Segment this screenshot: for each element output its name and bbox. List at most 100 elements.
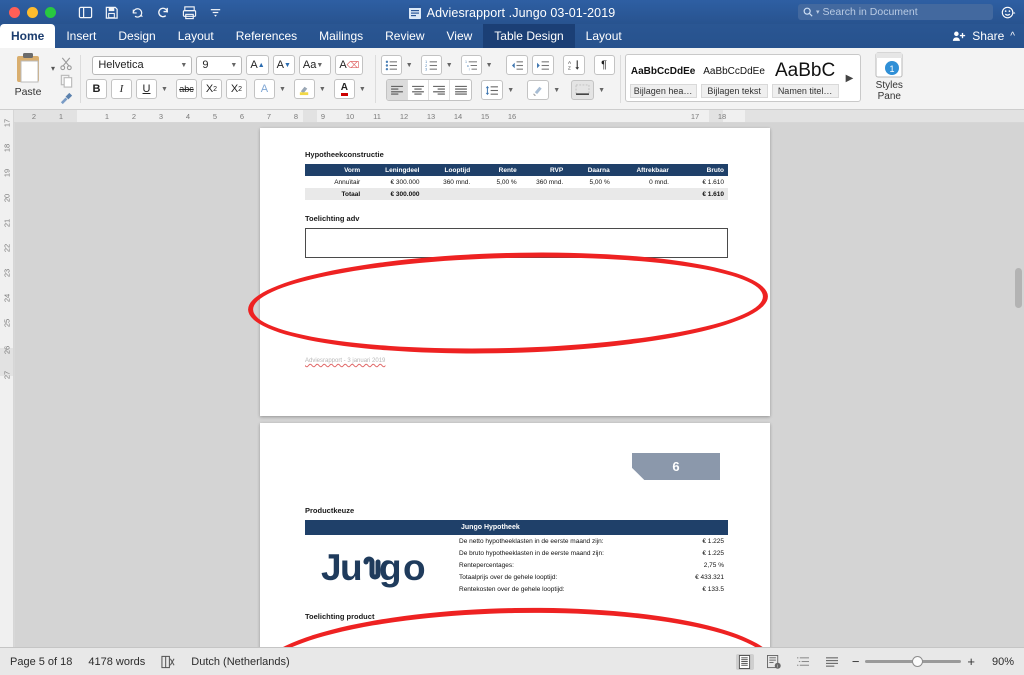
maximize-window-button[interactable] — [45, 6, 56, 18]
zoom-slider-handle[interactable] — [912, 656, 924, 667]
tab-table-design[interactable]: Table Design — [483, 24, 575, 48]
font-color-button[interactable]: A — [333, 79, 355, 99]
change-case-button[interactable]: Aa ▼ — [298, 55, 332, 75]
font-name-input[interactable]: Helvetica ▼ — [92, 55, 193, 75]
zoom-out-button[interactable]: − — [852, 654, 860, 669]
document-page-6[interactable]: 6 Productkeuze Jungo Hypotheek J u g o D… — [260, 423, 770, 647]
line-spacing-caret[interactable]: ▼ — [507, 87, 518, 94]
collapse-ribbon-icon[interactable]: ^ — [1010, 31, 1015, 42]
grow-font-button[interactable]: A ▲ — [246, 55, 269, 75]
close-window-button[interactable] — [9, 6, 20, 18]
share-button[interactable]: Share — [972, 29, 1004, 43]
strikethrough-button[interactable]: abc — [175, 79, 197, 99]
highlight-button[interactable] — [293, 79, 315, 99]
align-right-button[interactable] — [429, 80, 451, 100]
underline-button[interactable]: U — [136, 79, 158, 99]
proofing-errors-icon[interactable] — [161, 655, 175, 669]
sidebar-toggle-icon[interactable] — [78, 5, 93, 20]
text-effects-caret[interactable]: ▼ — [279, 86, 290, 93]
print-icon[interactable] — [182, 5, 197, 20]
word-count[interactable]: 4178 words — [88, 656, 145, 668]
outline-view-button[interactable] — [794, 654, 812, 670]
paste-button[interactable]: Paste — [6, 52, 50, 98]
style-item-namen-titel[interactable]: AaBbC Namen titel… — [771, 58, 839, 98]
bold-button[interactable]: B — [86, 79, 108, 99]
undo-icon[interactable] — [130, 5, 145, 20]
document-page-5[interactable]: Hypotheekconstructie Vorm Leningdeel Loo… — [260, 128, 770, 416]
web-layout-view-button[interactable]: i — [765, 654, 783, 670]
zoom-percentage[interactable]: 90% — [986, 656, 1014, 668]
tab-table-layout[interactable]: Layout — [575, 24, 633, 48]
page-indicator[interactable]: Page 5 of 18 — [10, 656, 72, 668]
tab-insert[interactable]: Insert — [55, 24, 107, 48]
highlight-caret[interactable]: ▼ — [319, 86, 330, 93]
chevron-down-icon[interactable]: ▼ — [180, 62, 191, 69]
format-painter-icon[interactable] — [59, 90, 74, 105]
superscript-button[interactable]: X2 — [225, 79, 247, 99]
draft-view-button[interactable] — [823, 654, 841, 670]
numbering-caret[interactable]: ▼ — [446, 62, 457, 69]
styles-gallery-more-icon[interactable]: ▶ — [843, 73, 857, 84]
quick-access-toolbar[interactable] — [78, 5, 223, 20]
style-item-bijlagen-heading[interactable]: AaBbCcDdEe Bijlagen hea… — [629, 58, 697, 98]
justify-button[interactable] — [450, 80, 471, 100]
zoom-in-button[interactable]: + — [967, 654, 975, 669]
customize-toolbar-icon[interactable] — [208, 5, 223, 20]
show-formatting-marks-button[interactable]: ¶ — [593, 55, 615, 75]
tab-view[interactable]: View — [436, 24, 484, 48]
bullets-caret[interactable]: ▼ — [406, 62, 417, 69]
horizontal-ruler[interactable]: 2 1 1 2 3 4 5 6 7 8 9 10 11 12 13 14 15 … — [14, 110, 1024, 123]
styles-pane-button[interactable]: 1 Styles Pane — [861, 48, 917, 102]
zoom-slider[interactable] — [865, 656, 962, 667]
align-left-button[interactable] — [387, 80, 409, 100]
borders-caret[interactable]: ▼ — [598, 87, 609, 94]
copy-icon[interactable] — [59, 73, 74, 88]
shading-button[interactable] — [527, 80, 550, 100]
tab-mailings[interactable]: Mailings — [308, 24, 374, 48]
borders-button[interactable] — [571, 80, 595, 100]
numbering-button[interactable]: 123 — [420, 55, 442, 75]
increase-indent-button[interactable] — [531, 55, 554, 75]
font-color-caret[interactable]: ▼ — [359, 86, 370, 93]
decrease-indent-button[interactable] — [505, 55, 528, 75]
vertical-ruler[interactable]: 17 18 19 20 21 22 23 24 25 26 27 — [0, 110, 14, 647]
align-center-button[interactable] — [408, 80, 430, 100]
vertical-scrollbar[interactable] — [1015, 268, 1022, 308]
text-effects-button[interactable]: A — [253, 79, 275, 99]
subscript-button[interactable]: X2 — [200, 79, 222, 99]
print-layout-view-button[interactable] — [735, 653, 754, 670]
tab-design[interactable]: Design — [107, 24, 166, 48]
sort-button[interactable]: AZ — [562, 55, 585, 75]
document-canvas[interactable]: Hypotheekconstructie Vorm Leningdeel Loo… — [15, 123, 1024, 647]
bullets-button[interactable] — [380, 55, 402, 75]
language-indicator[interactable]: Dutch (Netherlands) — [191, 656, 289, 668]
tab-review[interactable]: Review — [374, 24, 435, 48]
italic-button[interactable]: I — [111, 79, 133, 99]
multilevel-caret[interactable]: ▼ — [486, 62, 497, 69]
footer-text: Adviesrapport - 3 januari 2019 — [305, 358, 386, 364]
share-person-icon — [953, 31, 966, 41]
window-controls[interactable] — [0, 6, 56, 18]
zoom-control[interactable]: − + — [852, 654, 975, 669]
line-spacing-button[interactable] — [481, 80, 504, 100]
redo-icon[interactable] — [156, 5, 171, 20]
tab-home[interactable]: Home — [0, 24, 56, 48]
style-item-bijlagen-tekst[interactable]: AaBbCcDdEe Bijlagen tekst — [700, 58, 768, 98]
search-dropdown-caret[interactable]: ▾ — [816, 8, 820, 16]
underline-dropdown-caret[interactable]: ▼ — [161, 86, 172, 93]
cut-scissors-icon[interactable] — [59, 56, 74, 71]
chevron-down-icon[interactable]: ▼ — [230, 62, 241, 69]
minimize-window-button[interactable] — [27, 6, 38, 18]
font-size-input[interactable]: 9 ▼ — [196, 55, 243, 75]
tab-layout[interactable]: Layout — [167, 24, 225, 48]
shrink-font-button[interactable]: A ▼ — [272, 55, 295, 75]
multilevel-list-button[interactable]: 1ai — [460, 55, 482, 75]
clear-formatting-button[interactable]: A ⌫ — [335, 55, 364, 75]
feedback-smiley-icon[interactable] — [1001, 5, 1016, 20]
search-input[interactable]: ▾ Search in Document — [798, 4, 993, 20]
save-icon[interactable] — [104, 5, 119, 20]
tab-references[interactable]: References — [225, 24, 308, 48]
toelichting-advies-textbox[interactable] — [305, 228, 728, 258]
toelichting-product-label: Toelichting product — [305, 611, 375, 621]
shading-caret[interactable]: ▼ — [553, 87, 564, 94]
